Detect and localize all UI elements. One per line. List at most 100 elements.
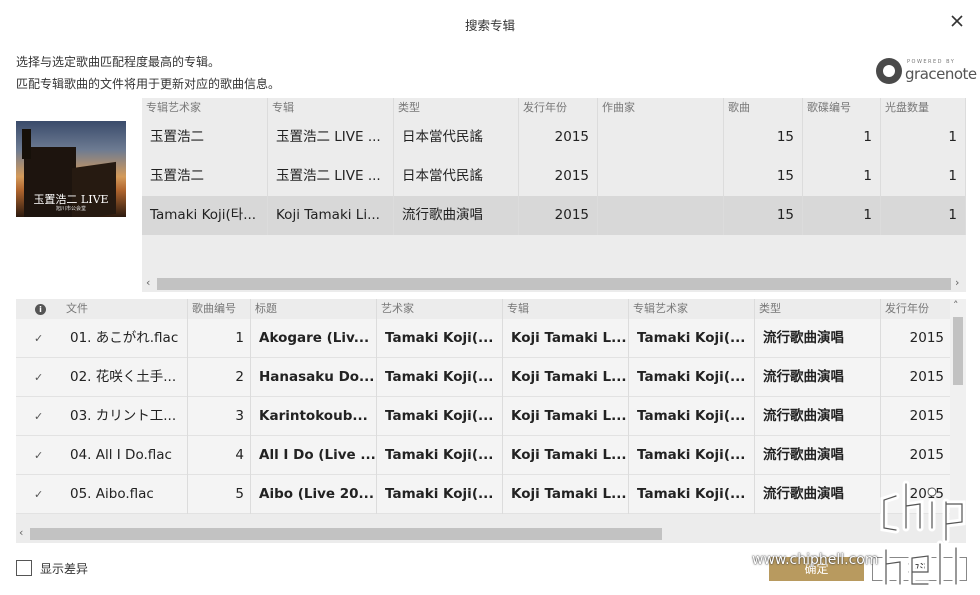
column-header-genre[interactable]: 类型 (755, 299, 881, 319)
column-header-tracks[interactable]: 歌曲 (724, 98, 803, 118)
artist-cell: Tamaki Koji(... (377, 319, 503, 358)
column-header-file[interactable]: 文件 (62, 299, 188, 319)
album-artist-cell: Tamaki Koji(... (629, 397, 755, 436)
tracks-cell: 15 (724, 196, 803, 235)
disc-count-cell: 1 (881, 196, 966, 235)
column-header-composer[interactable]: 作曲家 (598, 98, 724, 118)
year-cell: 2015 (519, 157, 598, 196)
album-cell: 玉置浩二 LIVE ... (268, 118, 394, 157)
song-row[interactable]: ✓ 02. 花咲く土手... 2 Hanasaku Do... Tamaki K… (16, 358, 966, 397)
album-artist-cell: Tamaki Koji(... (629, 436, 755, 475)
cover-chimney-shape (22, 129, 31, 159)
file-cell: 03. カリント工... (62, 397, 188, 436)
album-results-table: 专辑艺术家 专辑 类型 发行年份 作曲家 歌曲 歌碟编号 光盘数量 玉置浩二 玉… (142, 98, 966, 292)
album-artist-cell: Tamaki Koji(... (629, 358, 755, 397)
column-header-album-artist[interactable]: 专辑艺术家 (629, 299, 755, 319)
disc-number-cell: 1 (803, 157, 881, 196)
title-cell: Akogare (Liv... (251, 319, 377, 358)
genre-cell: 日本當代民謠 (394, 157, 519, 196)
scrollbar-thumb[interactable] (953, 317, 963, 385)
album-artist-cell: Tamaki Koji(타... (142, 196, 268, 235)
track-number-cell: 3 (188, 397, 251, 436)
album-artist-cell: 玉置浩二 (142, 118, 268, 157)
artist-cell: Tamaki Koji(... (377, 475, 503, 514)
info-icon[interactable]: i (35, 304, 46, 315)
album-table-horizontal-scrollbar[interactable]: ‹ › (142, 274, 966, 292)
column-header-year[interactable]: 发行年份 (519, 98, 598, 118)
genre-cell: 流行歌曲演唱 (394, 196, 519, 235)
checkmark-icon: ✓ (34, 371, 44, 384)
scrollbar-thumb[interactable] (157, 278, 951, 290)
artist-cell: Tamaki Koji(... (377, 436, 503, 475)
file-cell: 01. あこがれ.flac (62, 319, 188, 358)
album-row[interactable]: 玉置浩二 玉置浩二 LIVE ... 日本當代民謠 2015 15 1 1 (142, 118, 966, 157)
disc-count-cell: 1 (881, 118, 966, 157)
title-cell: Karintokoub... (251, 397, 377, 436)
column-header-track-number[interactable]: 歌曲编号 (188, 299, 251, 319)
tracks-cell: 15 (724, 118, 803, 157)
column-header-year[interactable]: 发行年份 (881, 299, 950, 319)
album-row[interactable]: 玉置浩二 玉置浩二 LIVE ... 日本當代民謠 2015 15 1 1 (142, 157, 966, 196)
column-header-artist[interactable]: 艺术家 (377, 299, 503, 319)
album-cover: 玉置浩二 LIVE 旭川市公会堂 (16, 121, 126, 217)
album-artist-cell: Tamaki Koji(... (629, 475, 755, 514)
year-cell: 2015 (519, 196, 598, 235)
title-cell: All I Do (Live ... (251, 436, 377, 475)
year-cell: 2015 (909, 369, 944, 385)
gracenote-mark-icon (876, 58, 902, 84)
album-cell: Koji Tamaki Li... (268, 196, 394, 235)
disc-number-cell: 1 (803, 118, 881, 157)
title-cell: Hanasaku Do... (251, 358, 377, 397)
column-header-disc-number[interactable]: 歌碟编号 (803, 98, 881, 118)
song-row[interactable]: ✓ 01. あこがれ.flac 1 Akogare (Liv... Tamaki… (16, 319, 966, 358)
song-row[interactable]: ✓ 04. All I Do.flac 4 All I Do (Live ...… (16, 436, 966, 475)
album-cell: 玉置浩二 LIVE ... (268, 157, 394, 196)
album-cell: Koji Tamaki L... (503, 319, 629, 358)
title-cell: Aibo (Live 20... (251, 475, 377, 514)
year-cell: 2015 (909, 447, 944, 463)
instruction-line-1: 选择与选定歌曲匹配程度最高的专辑。 (16, 55, 221, 69)
column-header-album-artist[interactable]: 专辑艺术家 (142, 98, 268, 118)
column-header-album[interactable]: 专辑 (503, 299, 629, 319)
composer-cell (598, 196, 724, 235)
scroll-left-icon[interactable]: ‹ (19, 526, 23, 539)
genre-cell: 日本當代民謠 (394, 118, 519, 157)
checkmark-icon: ✓ (34, 449, 44, 462)
file-cell: 02. 花咲く土手... (62, 358, 188, 397)
show-diff-label[interactable]: 显示差异 (40, 560, 88, 577)
column-header-disc-count[interactable]: 光盘数量 (881, 98, 966, 118)
column-header-genre[interactable]: 类型 (394, 98, 519, 118)
song-row[interactable]: ✓ 03. カリント工... 3 Karintokoub... Tamaki K… (16, 397, 966, 436)
track-number-cell: 4 (188, 436, 251, 475)
composer-cell (598, 118, 724, 157)
disc-count-cell: 1 (881, 157, 966, 196)
file-cell: 05. Aibo.flac (62, 475, 188, 514)
scroll-right-icon[interactable]: › (955, 276, 959, 289)
gracenote-brand-text: gracenote (905, 65, 977, 83)
song-match-table: i 文件 歌曲编号 标题 艺术家 专辑 专辑艺术家 类型 发行年份 ✓ 01. … (16, 299, 966, 543)
column-header-title[interactable]: 标题 (251, 299, 377, 319)
show-diff-checkbox[interactable] (16, 560, 32, 576)
year-cell: 2015 (519, 118, 598, 157)
checkmark-icon: ✓ (34, 332, 44, 345)
album-cell: Koji Tamaki L... (503, 358, 629, 397)
scrollbar-thumb[interactable] (30, 528, 662, 540)
song-table-horizontal-scrollbar[interactable]: ‹ (16, 525, 966, 543)
chiphell-watermark-logo (880, 480, 966, 588)
instruction-line-2: 匹配专辑歌曲的文件将用于更新对应的歌曲信息。 (16, 77, 281, 91)
watermark-text: www.chiphell.com (752, 552, 879, 568)
song-row[interactable]: ✓ 05. Aibo.flac 5 Aibo (Live 20... Tamak… (16, 475, 966, 514)
scroll-up-icon[interactable]: ˄ (953, 299, 959, 312)
artist-cell: Tamaki Koji(... (377, 397, 503, 436)
track-number-cell: 5 (188, 475, 251, 514)
scroll-left-icon[interactable]: ‹ (146, 276, 150, 289)
cover-subtitle: 旭川市公会堂 (55, 206, 86, 212)
dialog-title: 搜索专辑 (464, 18, 515, 33)
composer-cell (598, 157, 724, 196)
album-artist-cell: Tamaki Koji(... (629, 319, 755, 358)
column-header-album[interactable]: 专辑 (268, 98, 394, 118)
album-cell: Koji Tamaki L... (503, 397, 629, 436)
album-row-selected[interactable]: Tamaki Koji(타... Koji Tamaki Li... 流行歌曲演… (142, 196, 966, 235)
genre-cell: 流行歌曲演唱 (755, 319, 881, 358)
close-icon[interactable] (948, 12, 966, 30)
